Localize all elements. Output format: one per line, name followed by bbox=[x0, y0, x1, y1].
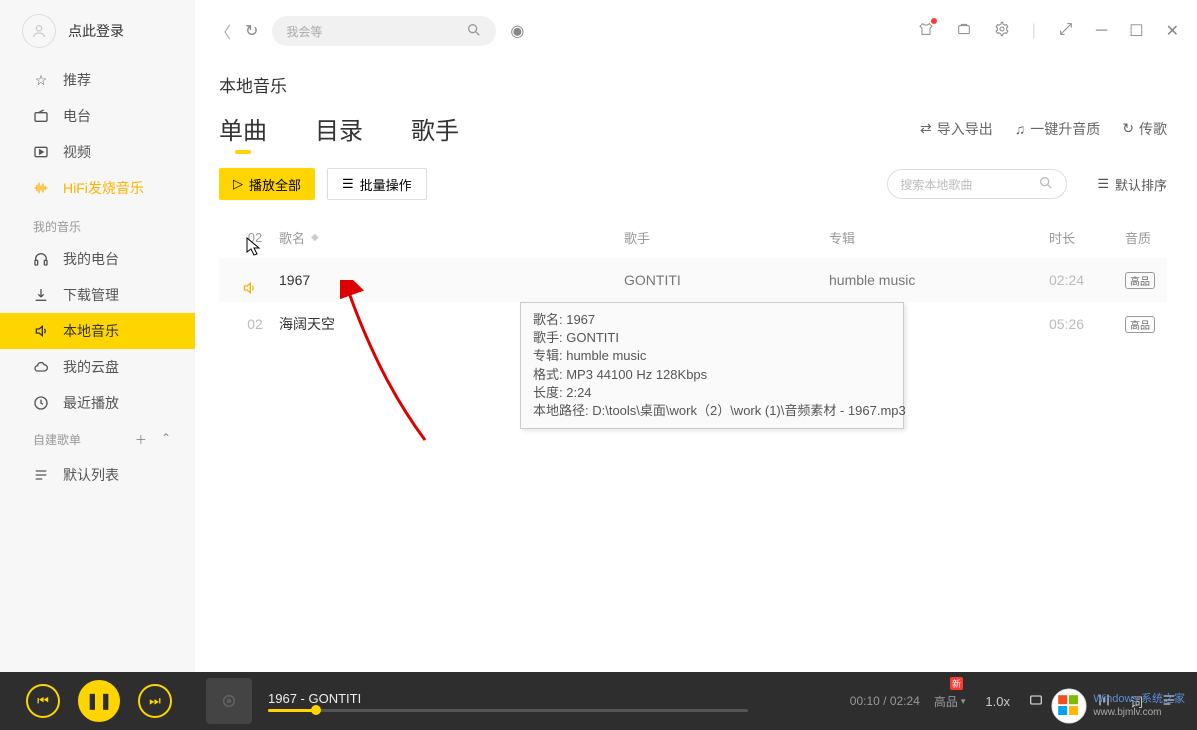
batch-icon: ☰ bbox=[342, 176, 354, 192]
nav-my-radio[interactable]: 我的电台 bbox=[0, 241, 195, 277]
col-name[interactable]: 歌名◆ bbox=[279, 228, 624, 247]
quality-badge: 高品 bbox=[1125, 272, 1155, 289]
download-icon bbox=[33, 287, 49, 303]
track-title: 1967 - GONTITI bbox=[268, 691, 850, 706]
speed-button[interactable]: 1.0x bbox=[985, 694, 1010, 709]
nav-recommend[interactable]: ☆推荐 bbox=[0, 62, 195, 98]
quality-toggle[interactable]: 高品▾ bbox=[934, 693, 966, 710]
watermark: Windows 系统之家 www.bjmlv.com bbox=[1051, 688, 1185, 724]
pause-button[interactable]: ❚❚ bbox=[78, 680, 120, 722]
refresh-icon[interactable]: ↻ bbox=[245, 21, 258, 41]
titlebar: 〈 ↻ 我会等 ◉ | ─ ☐ ✕ bbox=[195, 0, 1197, 62]
nav-hifi[interactable]: HiFi发烧音乐 bbox=[0, 170, 195, 206]
sort-button[interactable]: ☰默认排序 bbox=[1097, 175, 1167, 194]
now-playing-icon bbox=[241, 280, 257, 299]
loop-icon[interactable] bbox=[1028, 692, 1044, 711]
nav-radio[interactable]: 电台 bbox=[0, 98, 195, 134]
nav-local-music[interactable]: 本地音乐 bbox=[0, 313, 195, 349]
sidebar: 点此登录 ☆推荐 电台 视频 HiFi发烧音乐 我的音乐 我的电台 下载管理 本… bbox=[0, 0, 195, 672]
list-icon bbox=[33, 467, 49, 483]
windows-logo-icon bbox=[1051, 688, 1087, 724]
table-header: 02 歌名◆ 歌手 专辑 时长 音质 bbox=[219, 216, 1167, 258]
search-input[interactable]: 我会等 bbox=[272, 16, 496, 46]
star-icon: ☆ bbox=[33, 72, 49, 89]
video-icon bbox=[33, 144, 49, 160]
import-export[interactable]: ⇄导入导出 bbox=[920, 119, 993, 139]
tab-single[interactable]: 单曲 bbox=[219, 111, 267, 146]
col-idx: 02 bbox=[231, 230, 279, 245]
radio-icon bbox=[33, 108, 49, 124]
prev-button[interactable]: ⏮ bbox=[26, 684, 60, 718]
search-icon[interactable] bbox=[1038, 175, 1054, 194]
login-label: 点此登录 bbox=[68, 21, 124, 41]
col-artist[interactable]: 歌手 bbox=[624, 228, 829, 247]
nav-default-list[interactable]: 默认列表 bbox=[0, 457, 195, 493]
search-placeholder: 我会等 bbox=[286, 23, 322, 40]
headphone-icon bbox=[33, 251, 49, 267]
table-row[interactable]: 1967 GONTITI humble music 02:24 高品 bbox=[219, 258, 1167, 302]
tab-artist[interactable]: 歌手 bbox=[411, 111, 459, 146]
avatar bbox=[22, 14, 56, 48]
page-title: 本地音乐 bbox=[219, 72, 1167, 97]
impexp-icon: ⇄ bbox=[920, 120, 932, 137]
login-area[interactable]: 点此登录 bbox=[0, 0, 195, 62]
controls-row: ▷播放全部 ☰批量操作 搜索本地歌曲 ☰默认排序 bbox=[219, 168, 1167, 200]
chevron-down-icon: ▾ bbox=[961, 696, 966, 707]
minimize-icon[interactable]: ─ bbox=[1096, 22, 1107, 40]
tool-icon[interactable] bbox=[956, 21, 972, 42]
batch-button[interactable]: ☰批量操作 bbox=[327, 168, 427, 200]
track-thumb[interactable] bbox=[206, 678, 252, 724]
nav-recent[interactable]: 最近播放 bbox=[0, 385, 195, 421]
mini-icon[interactable] bbox=[1058, 21, 1074, 42]
recognize-icon[interactable]: ◉ bbox=[510, 21, 524, 41]
add-playlist-icon[interactable]: ＋ bbox=[135, 431, 147, 448]
play-all-button[interactable]: ▷播放全部 bbox=[219, 168, 315, 200]
local-search-input[interactable]: 搜索本地歌曲 bbox=[887, 169, 1067, 199]
sort-icon: ☰ bbox=[1097, 176, 1109, 192]
track-info: 1967 - GONTITI bbox=[268, 691, 850, 712]
skin-icon[interactable] bbox=[918, 21, 934, 42]
tab-dir[interactable]: 目录 bbox=[315, 111, 363, 146]
new-badge: 新 bbox=[950, 677, 963, 690]
search-icon[interactable] bbox=[466, 22, 482, 41]
maximize-icon[interactable]: ☐ bbox=[1129, 21, 1143, 41]
section-playlists: 自建歌单 ＋ ⌃ bbox=[0, 421, 195, 457]
song-tooltip: 歌名: 1967 歌手: GONTITI 专辑: humble music 格式… bbox=[520, 302, 904, 429]
tabs-row: 单曲 目录 歌手 ⇄导入导出 ♫一键升音质 ↻传歌 bbox=[219, 111, 1167, 146]
nav-cloud[interactable]: 我的云盘 bbox=[0, 349, 195, 385]
section-my-music: 我的音乐 bbox=[0, 206, 195, 241]
speaker-icon bbox=[33, 323, 49, 339]
nav-video[interactable]: 视频 bbox=[0, 134, 195, 170]
back-icon[interactable]: 〈 bbox=[215, 19, 231, 43]
sync-icon: ↻ bbox=[1122, 120, 1134, 137]
col-quality[interactable]: 音质 bbox=[1125, 228, 1155, 247]
cloud-icon bbox=[33, 359, 49, 375]
close-icon[interactable]: ✕ bbox=[1166, 21, 1179, 41]
magic-icon: ♫ bbox=[1015, 121, 1026, 137]
next-button[interactable]: ⏭ bbox=[138, 684, 172, 718]
play-icon: ▷ bbox=[233, 176, 243, 192]
time-display: 00:10 / 02:24 bbox=[850, 694, 920, 708]
sort-arrow-icon: ◆ bbox=[311, 232, 319, 243]
nav-download[interactable]: 下载管理 bbox=[0, 277, 195, 313]
progress-bar[interactable] bbox=[268, 709, 748, 712]
upgrade-quality[interactable]: ♫一键升音质 bbox=[1015, 119, 1101, 139]
settings-icon[interactable] bbox=[994, 21, 1010, 42]
quality-badge: 高品 bbox=[1125, 316, 1155, 333]
hifi-icon bbox=[33, 180, 49, 196]
col-dur[interactable]: 时长 bbox=[1049, 228, 1125, 247]
col-album[interactable]: 专辑 bbox=[829, 228, 1049, 247]
transfer-songs[interactable]: ↻传歌 bbox=[1122, 119, 1167, 139]
clock-icon bbox=[33, 395, 49, 411]
collapse-icon[interactable]: ⌃ bbox=[161, 431, 171, 448]
playbar: ⏮ ❚❚ ⏭ 1967 - GONTITI 00:10 / 02:24 高品▾ … bbox=[0, 672, 1197, 730]
